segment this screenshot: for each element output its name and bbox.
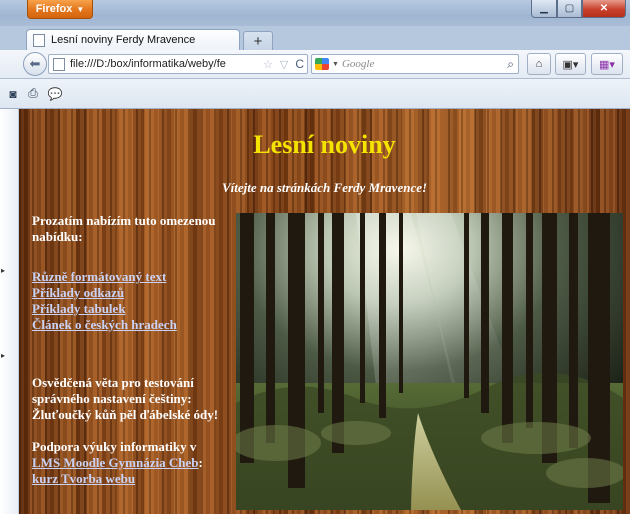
page-title: Lesní noviny xyxy=(253,130,396,159)
search-bar[interactable]: ▼ Google ⌕ xyxy=(311,54,519,74)
support-colon: : xyxy=(198,455,203,470)
arrow-right-icon[interactable]: ▸ xyxy=(1,351,5,360)
firefox-menu-label: Firefox xyxy=(35,3,73,15)
chevron-down-icon[interactable]: ▼ xyxy=(332,61,339,68)
new-tab-button[interactable]: + xyxy=(243,31,273,51)
link-table-examples[interactable]: Příklady tabulek xyxy=(32,301,237,317)
search-placeholder: Google xyxy=(341,58,375,70)
pangram-block: Osvědčená věta pro testování správného n… xyxy=(32,375,237,423)
search-icon[interactable]: ⌕ xyxy=(507,57,514,72)
search-engine-icon[interactable] xyxy=(315,58,329,70)
page-content: Lesní noviny Vítejte na stránkách Ferdy … xyxy=(19,109,630,514)
addons-button[interactable]: ▦▾ xyxy=(591,53,623,75)
minimize-button[interactable]: ▁ xyxy=(531,0,557,18)
link-formatted-text[interactable]: Různě formátovaný text xyxy=(32,269,237,285)
home-icon: ⌂ xyxy=(535,58,543,70)
window-titlebar: Firefox ▼ ▁ ▢ ✕ xyxy=(0,0,630,26)
site-identity-icon[interactable] xyxy=(53,57,65,71)
link-link-examples[interactable]: Příklady odkazů xyxy=(32,285,237,301)
bookmarks-icon: ▣▾ xyxy=(562,58,579,71)
page-icon xyxy=(33,33,45,47)
window-controls: ▁ ▢ ✕ xyxy=(531,0,626,18)
screenshot-icon[interactable]: ◙ xyxy=(3,84,23,103)
support-block: Podpora výuky informatiky v LMS Moodle G… xyxy=(32,439,237,487)
firefox-menu-button[interactable]: Firefox ▼ xyxy=(27,0,93,19)
forest-photo xyxy=(236,213,623,510)
arrow-right-icon[interactable]: ▸ xyxy=(1,266,5,275)
chat-icon[interactable]: 💬 xyxy=(45,84,65,103)
address-bar[interactable]: file:///D:/box/informatika/weby/fe ☆ ▽ C xyxy=(48,54,308,74)
navigation-toolbar: ⬅ file:///D:/box/informatika/weby/fe ☆ ▽… xyxy=(0,50,630,79)
back-button[interactable]: ⬅ xyxy=(23,52,47,76)
pangram-sentence: Žluťoučký kůň pěl ďábelské ódy! xyxy=(32,407,219,422)
url-text: file:///D:/box/informatika/weby/fe xyxy=(70,58,226,70)
history-dropdown-icon[interactable]: ▽ xyxy=(280,58,288,71)
maximize-button[interactable]: ▢ xyxy=(557,0,582,18)
reload-icon[interactable]: C xyxy=(295,57,304,71)
close-window-button[interactable]: ✕ xyxy=(582,0,626,18)
secondary-toolbar: ◙ ⎙ 💬 xyxy=(0,79,630,109)
back-arrow-icon: ⬅ xyxy=(29,56,41,71)
intro-text: Prozatím nabízím tuto omezenou nabídku: xyxy=(32,213,216,244)
bookmarks-button[interactable]: ▣▾ xyxy=(555,53,586,75)
left-column: Prozatím nabízím tuto omezenou nabídku: … xyxy=(32,213,237,487)
tab-active[interactable]: Lesní noviny Ferdy Mravence xyxy=(26,29,240,50)
link-list: Různě formátovaný text Příklady odkazů P… xyxy=(32,269,237,333)
welcome-text: Vítejte na stránkách Ferdy Mravence! xyxy=(221,180,428,195)
home-button[interactable]: ⌂ xyxy=(527,53,551,75)
link-moodle[interactable]: LMS Moodle Gymnázia Cheb xyxy=(32,455,198,470)
tab-title: Lesní noviny Ferdy Mravence xyxy=(51,34,196,46)
pangram-intro: Osvědčená věta pro testování správného n… xyxy=(32,375,194,406)
print-icon[interactable]: ⎙ xyxy=(23,84,43,103)
sidebar-edge: ▸ ▸ xyxy=(0,109,19,514)
bookmark-star-icon[interactable]: ☆ xyxy=(263,58,273,71)
chevron-down-icon: ▼ xyxy=(76,4,85,14)
addons-grid-icon: ▦▾ xyxy=(599,58,615,71)
link-czech-castles-article[interactable]: Článek o českých hradech xyxy=(32,317,237,333)
support-text: Podpora výuky informatiky v xyxy=(32,439,197,454)
tab-strip: Lesní noviny Ferdy Mravence + xyxy=(0,26,630,51)
link-web-course[interactable]: kurz Tvorba webu xyxy=(32,471,135,486)
